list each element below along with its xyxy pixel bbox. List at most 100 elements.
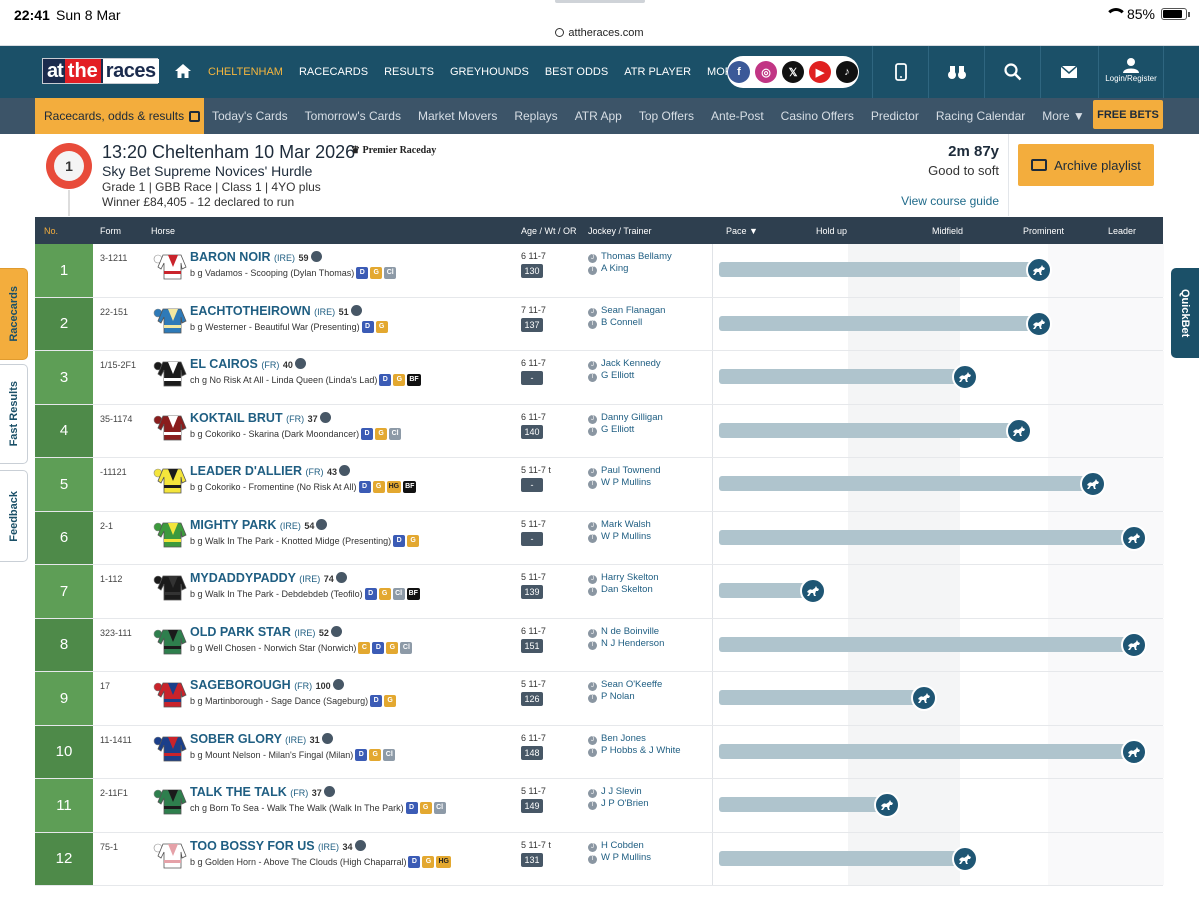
trainer-link[interactable]: T G Elliott — [588, 424, 634, 436]
jockey-link[interactable]: J H Cobden — [588, 840, 644, 852]
runner-number: 12 — [35, 832, 93, 885]
runner-row[interactable]: 12 75-1 TOO BOSSY FOR US (IRE) 34 b g Go… — [35, 832, 1164, 886]
racecards-odds-results-tab[interactable]: Racecards, odds & results — [35, 98, 204, 134]
trainer-name: Dan Skelton — [601, 584, 653, 595]
trainer-link[interactable]: T W P Mullins — [588, 531, 651, 543]
trainer-link[interactable]: T P Nolan — [588, 691, 635, 703]
archive-playlist-button[interactable]: Archive playlist — [1018, 144, 1154, 186]
runner-row[interactable]: 7 1-112 MYDADDYPADDY (IRE) 74 b g Walk I… — [35, 565, 1164, 619]
jockey-link[interactable]: J N de Boinville — [588, 626, 659, 638]
feedback-side-tab[interactable]: Feedback — [0, 470, 28, 562]
horse-name-link[interactable]: MYDADDYPADDY (IRE) 74 — [190, 571, 347, 585]
pace-bar — [719, 476, 1093, 491]
subnav-link-6[interactable]: Ante-Post — [711, 109, 764, 123]
jockey-link[interactable]: J Ben Jones — [588, 733, 646, 745]
nav-link-2[interactable]: RESULTS — [384, 66, 434, 78]
subnav-link-8[interactable]: Predictor — [871, 109, 919, 123]
runner-row[interactable]: 6 2-1 MIGHTY PARK (IRE) 54 b g Walk In T… — [35, 511, 1164, 565]
fast-results-side-tab[interactable]: Fast Results — [0, 364, 28, 464]
subnav-link-2[interactable]: Market Movers — [418, 109, 497, 123]
facebook-icon[interactable]: f — [728, 61, 750, 83]
horse-name-link[interactable]: SAGEBOROUGH (FR) 100 — [190, 678, 344, 692]
horse-name-link[interactable]: BARON NOIR (IRE) 59 — [190, 250, 322, 264]
horse-name-link[interactable]: EACHTOTHEIROWN (IRE) 51 — [190, 304, 362, 318]
runner-row[interactable]: 8 323-111 OLD PARK STAR (IRE) 52 b g Wel… — [35, 618, 1164, 672]
mobile-app-icon[interactable] — [872, 46, 928, 98]
quickbet-side-tab[interactable]: QuickBet — [1171, 268, 1199, 358]
youtube-icon[interactable]: ▶ — [809, 61, 831, 83]
login-register-button[interactable]: Login/Register — [1098, 46, 1164, 98]
subnav-link-1[interactable]: Tomorrow's Cards — [305, 109, 401, 123]
subnav-link-7[interactable]: Casino Offers — [781, 109, 854, 123]
horse-name-link[interactable]: EL CAIROS (FR) 40 — [190, 357, 306, 371]
binoculars-icon[interactable] — [928, 46, 984, 98]
trainer-link[interactable]: T A King — [588, 263, 628, 275]
free-bets-button[interactable]: FREE BETS — [1093, 100, 1163, 129]
horse-name-link[interactable]: KOKTAIL BRUT (FR) 37 — [190, 411, 331, 425]
col-pace-sort[interactable]: Pace ▼ — [726, 226, 758, 236]
runner-row[interactable]: 4 35-1174 KOKTAIL BRUT (FR) 37 b g Cokor… — [35, 404, 1164, 458]
jockey-link[interactable]: J Sean Flanagan — [588, 305, 665, 317]
quickbet-label: QuickBet — [1179, 288, 1191, 338]
jockey-link[interactable]: J Mark Walsh — [588, 519, 651, 531]
runner-row[interactable]: 1 3-1211 BARON NOIR (IRE) 59 b g Vadamos… — [35, 244, 1164, 298]
x-icon[interactable]: 𝕏 — [782, 61, 804, 83]
subnav-link-10[interactable]: More ▼ — [1042, 109, 1085, 123]
runner-row[interactable]: 5 -11121 LEADER D'ALLIER (FR) 43 b g Cok… — [35, 458, 1164, 512]
subnav-link-5[interactable]: Top Offers — [639, 109, 694, 123]
trainer-link[interactable]: T B Connell — [588, 317, 642, 329]
course-guide-link[interactable]: View course guide — [901, 194, 999, 208]
horse-name-link[interactable]: OLD PARK STAR (IRE) 52 — [190, 625, 342, 639]
jockey-link[interactable]: J Paul Townend — [588, 465, 661, 477]
runner-row[interactable]: 9 17 SAGEBOROUGH (FR) 100 b g Martinboro… — [35, 672, 1164, 726]
trainer-icon: T — [588, 747, 597, 757]
nav-link-4[interactable]: BEST ODDS — [545, 66, 608, 78]
instagram-icon[interactable]: ◎ — [755, 61, 777, 83]
trainer-icon: T — [588, 533, 597, 543]
subnav-link-0[interactable]: Today's Cards — [212, 109, 288, 123]
jockey-link[interactable]: J Danny Gilligan — [588, 412, 663, 424]
nav-link-0[interactable]: CHELTENHAM — [208, 66, 283, 78]
trainer-link[interactable]: T N J Henderson — [588, 638, 664, 650]
horse-name-link[interactable]: MIGHTY PARK (IRE) 54 — [190, 518, 328, 532]
nav-link-1[interactable]: RACECARDS — [299, 66, 368, 78]
tipster-icon — [323, 786, 335, 797]
age-weight: 5 11-7 — [521, 786, 546, 796]
address-bar[interactable]: attheraces.com — [0, 27, 1199, 39]
search-icon[interactable] — [984, 46, 1040, 98]
subnav-link-4[interactable]: ATR App — [575, 109, 622, 123]
subnav-link-9[interactable]: Racing Calendar — [936, 109, 1025, 123]
jockey-link[interactable]: J Jack Kennedy — [588, 358, 661, 370]
jockey-silk-icon — [153, 629, 187, 654]
trainer-link[interactable]: T P Hobbs & J White — [588, 745, 681, 757]
trainer-link[interactable]: T J P O'Brien — [588, 798, 649, 810]
trainer-link[interactable]: T G Elliott — [588, 370, 634, 382]
jockey-link[interactable]: J Thomas Bellamy — [588, 251, 672, 263]
runner-row[interactable]: 10 11-1411 SOBER GLORY (IRE) 31 b g Moun… — [35, 725, 1164, 779]
trainer-link[interactable]: T W P Mullins — [588, 477, 651, 489]
runner-row[interactable]: 3 1/15-2F1 EL CAIROS (FR) 40 ch g No Ris… — [35, 351, 1164, 405]
home-icon[interactable] — [174, 63, 192, 79]
jockey-link[interactable]: J J J Slevin — [588, 786, 642, 798]
horse-name-link[interactable]: SOBER GLORY (IRE) 31 — [190, 732, 333, 746]
nav-link-5[interactable]: ATR PLAYER — [624, 66, 691, 78]
multitask-handle[interactable] — [555, 0, 645, 3]
jockey-link[interactable]: J Sean O'Keeffe — [588, 679, 662, 691]
runner-row[interactable]: 11 2-11F1 TALK THE TALK (FR) 37 ch g Bor… — [35, 779, 1164, 833]
horse-name-link[interactable]: LEADER D'ALLIER (FR) 43 — [190, 464, 350, 478]
horse-name-link[interactable]: TOO BOSSY FOR US (IRE) 34 — [190, 839, 366, 853]
trainer-link[interactable]: T W P Mullins — [588, 852, 651, 864]
tiktok-icon[interactable]: ♪ — [836, 61, 858, 83]
mail-icon[interactable] — [1040, 46, 1096, 98]
nav-link-3[interactable]: GREYHOUNDS — [450, 66, 529, 78]
wifi-icon — [1104, 8, 1127, 20]
racecards-side-tab[interactable]: Racecards — [0, 268, 28, 360]
site-logo[interactable]: at the races — [42, 58, 159, 84]
runner-row[interactable]: 2 22-151 EACHTOTHEIROWN (IRE) 51 b g Wes… — [35, 297, 1164, 351]
age-weight: 5 11-7 — [521, 679, 546, 689]
tipster-icon — [294, 358, 306, 369]
horse-name-link[interactable]: TALK THE TALK (FR) 37 — [190, 785, 335, 799]
trainer-link[interactable]: T Dan Skelton — [588, 584, 653, 596]
jockey-link[interactable]: J Harry Skelton — [588, 572, 659, 584]
subnav-link-3[interactable]: Replays — [514, 109, 557, 123]
